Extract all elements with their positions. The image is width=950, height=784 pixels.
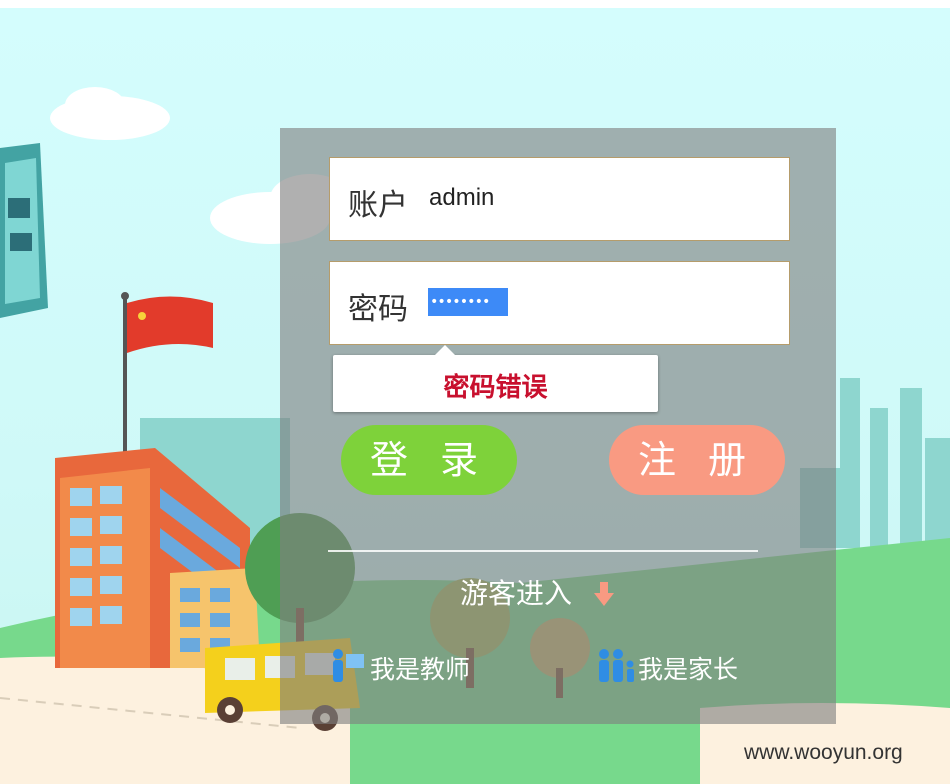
- parent-icon: [599, 649, 634, 682]
- register-button[interactable]: 注 册: [609, 425, 785, 495]
- username-input[interactable]: admin: [429, 184, 494, 212]
- watermark: www.wooyun.org: [744, 741, 903, 764]
- guest-entry-link[interactable]: 游客进入: [460, 572, 572, 612]
- sign-icon: [0, 143, 48, 318]
- login-panel: 账户 admin 密码 •••••••• 密码错误 登 录 注 册 游客进入 我…: [280, 128, 836, 724]
- role-teacher-label: 我是教师: [370, 655, 471, 684]
- teacher-icon: [333, 649, 364, 682]
- divider: [328, 550, 758, 552]
- username-field[interactable]: 账户 admin: [329, 157, 790, 241]
- role-parent-label: 我是家长: [638, 655, 739, 684]
- login-button[interactable]: 登 录: [341, 425, 517, 495]
- password-input[interactable]: ••••••••: [428, 288, 508, 316]
- password-label: 密码: [348, 292, 408, 327]
- error-tooltip: 密码错误: [333, 345, 658, 412]
- error-message: 密码错误: [443, 373, 548, 403]
- password-field[interactable]: 密码 ••••••••: [329, 261, 790, 345]
- username-label: 账户: [348, 188, 408, 223]
- arrow-down-icon: [594, 582, 614, 606]
